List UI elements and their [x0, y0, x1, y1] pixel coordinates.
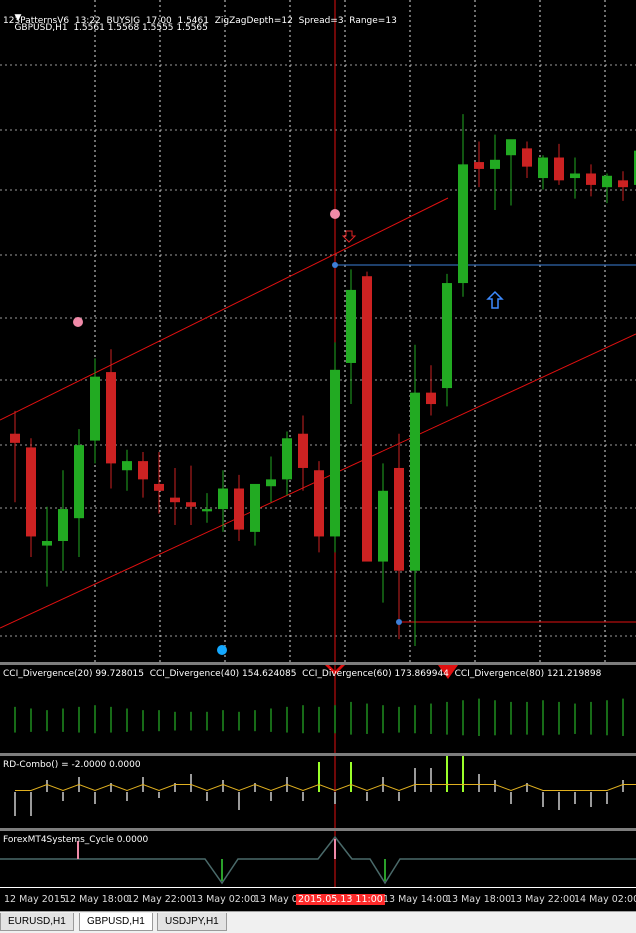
candle-body [314, 470, 324, 537]
time-label: 12 May 22:00 [127, 894, 193, 905]
candle-body [554, 157, 564, 181]
pattern-dot [217, 645, 227, 655]
candle-body [378, 490, 388, 562]
cci-divergence-pane[interactable]: CCI_Divergence(20) 99.728015 CCI_Diverge… [0, 665, 636, 753]
candle-body [202, 509, 212, 512]
candle-body [602, 175, 612, 188]
candle-body [106, 372, 116, 464]
time-label: 13 May 14:00 [383, 894, 449, 905]
cci-label: CCI_Divergence(20) 99.728015 CCI_Diverge… [3, 669, 602, 679]
candle-body [522, 148, 532, 167]
candle-body [362, 276, 372, 562]
time-label: 13 May 0 [254, 894, 298, 905]
cursor-time-label: 2015.05.13 11:00 [296, 894, 385, 905]
candle-body [426, 392, 436, 405]
candle-body [458, 164, 468, 284]
time-label: 13 May 22:00 [510, 894, 576, 905]
candle-body [170, 497, 180, 503]
cycle-pane[interactable]: ForexMT4Systems_Cycle 0.0000 [0, 831, 636, 887]
candle-body [346, 289, 356, 363]
arrow-up-icon [486, 290, 504, 309]
level-dot [332, 262, 338, 268]
candle-body [442, 283, 452, 389]
candle-body [90, 376, 100, 441]
chart-tab-gbpusdh1[interactable]: GBPUSD,H1 [79, 913, 153, 931]
rd-combo-label: RD-Combo() = -2.0000 0.0000 [3, 760, 141, 770]
cycle-label: ForexMT4Systems_Cycle 0.0000 [3, 835, 149, 845]
candle-body [394, 467, 404, 571]
time-label: 14 May 02:00 [574, 894, 636, 905]
rd-combo-pane[interactable]: RD-Combo() = -2.0000 0.0000 [0, 756, 636, 828]
candle-body [250, 483, 260, 532]
candle-body [234, 488, 244, 530]
candle-body [330, 369, 340, 537]
candle-body [154, 483, 164, 491]
channel-upper-line [0, 197, 449, 421]
chart-tab-usdjpyh1[interactable]: USDJPY,H1 [157, 913, 227, 931]
pattern-dot [330, 209, 340, 219]
candle-body [586, 173, 596, 185]
time-axis: 12 May 2015 12 May 18:00 12 May 22:00 13 Ma… [0, 887, 636, 912]
candle-body [298, 433, 308, 468]
pattern-dot [73, 317, 83, 327]
candle-body [474, 162, 484, 169]
candle-body [266, 479, 276, 487]
candle-body [122, 461, 132, 471]
candle-body [410, 392, 420, 571]
candle-body [506, 139, 516, 156]
candle-body [282, 438, 292, 480]
rd-signal-line [15, 783, 636, 792]
chart-tab-eurusdh1[interactable]: EURUSD,H1 [0, 913, 74, 931]
chart-tab-bar: EURUSD,H1 GBPUSD,H1 USDJPY,H1 [0, 911, 636, 933]
candle-body [26, 447, 36, 537]
time-label: 12 May 18:00 [64, 894, 130, 905]
pattern-info: 123PatternsV6 13:22 BUYSIG 17:00 1.5461 … [3, 16, 397, 26]
time-label: 12 May 2015 [4, 894, 66, 905]
candle-body [58, 509, 68, 542]
time-label: 13 May 18:00 [446, 894, 512, 905]
candle-body [538, 157, 548, 179]
price-chart-pane[interactable]: ▼ GBPUSD,H1 1.5561 1.5568 1.5555 1.5565 … [0, 0, 636, 662]
candle-body [618, 180, 628, 188]
candle-body [74, 445, 84, 519]
candle-body [570, 173, 580, 179]
candle-body [218, 488, 228, 510]
candle-body [490, 159, 500, 169]
candle-body [42, 541, 52, 546]
candle-body [10, 433, 20, 443]
price-chart[interactable] [0, 0, 636, 662]
time-label: 13 May 02:00 [191, 894, 257, 905]
candle-body [138, 461, 148, 480]
level-dot [396, 619, 402, 625]
candle-body [186, 502, 196, 507]
